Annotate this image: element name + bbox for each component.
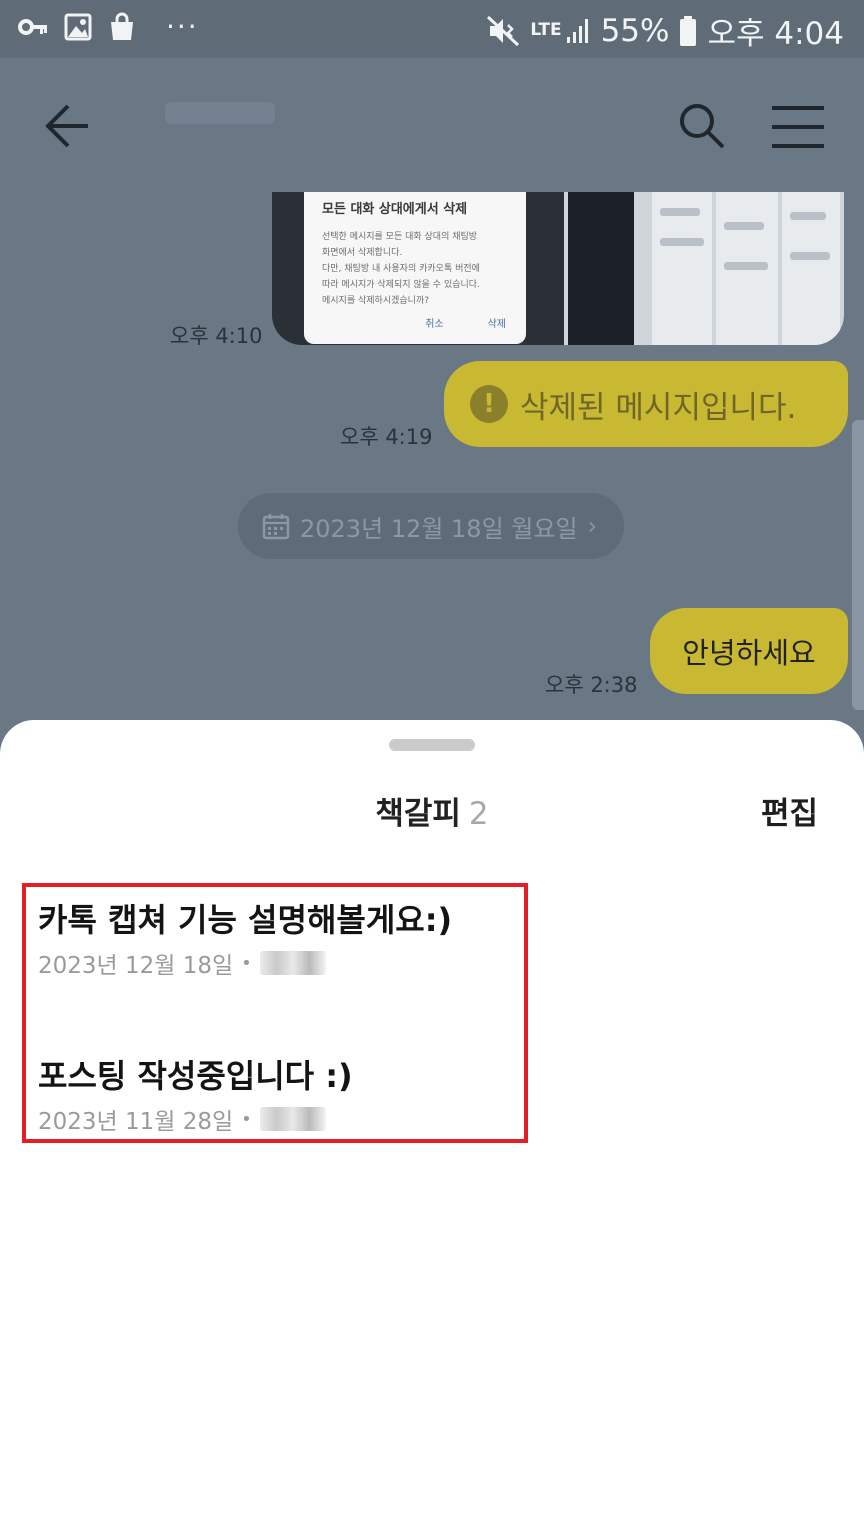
gallery-icon xyxy=(64,13,92,41)
signal-icon xyxy=(566,18,588,43)
warning-icon: ! xyxy=(470,385,508,423)
network-type: LTE xyxy=(530,17,590,45)
back-arrow-icon[interactable] xyxy=(40,98,96,154)
dialog-body-line: 다만, 채팅방 내 사용자의 카카오톡 버전에 xyxy=(322,264,480,274)
dialog-body-line: 메시지를 삭제하시겠습니까? xyxy=(322,296,429,306)
network-type-label: LTE xyxy=(530,20,562,40)
bookmark-item[interactable]: 포스팅 작성중입니다 :) 2023년 11월 28일 • xyxy=(38,1056,518,1136)
chevron-right-icon: › xyxy=(587,512,598,540)
date-divider[interactable]: 2023년 12월 18일 월요일 › xyxy=(238,493,624,559)
bookmark-item[interactable]: 카톡 캡쳐 기능 설명해볼게요:) 2023년 12월 18일 • xyxy=(38,900,518,980)
bookmark-date: 2023년 12월 18일 xyxy=(38,953,234,979)
app-screenshot-thumbnail xyxy=(564,192,844,345)
dialog-cancel-label: 취소 xyxy=(425,319,444,330)
image-message[interactable]: 모든 대화 상대에게서 삭제 선택한 메시지를 모든 대화 상대의 채팅방 화면… xyxy=(272,192,844,345)
more-notifications-icon: ··· xyxy=(166,10,199,43)
sheet-drag-handle[interactable] xyxy=(389,739,475,751)
message-text: 안녕하세요 xyxy=(682,636,816,670)
battery-percent: 55% xyxy=(600,12,670,49)
date-divider-label: 2023년 12월 18일 월요일 xyxy=(300,514,578,543)
shopping-bag-icon xyxy=(111,12,133,40)
message-time: 오후 4:19 xyxy=(340,425,433,449)
chat-header xyxy=(0,58,864,192)
sheet-title: 책갈피 2 xyxy=(0,788,864,833)
status-bar: ··· LTE 55% 오후 4:04 xyxy=(0,0,864,58)
separator-dot: • xyxy=(241,1108,252,1130)
bookmark-title: 포스팅 작성중입니다 :) xyxy=(38,1057,353,1095)
dialog-body-line: 선택한 메시지를 모든 대화 상대의 채팅방 xyxy=(322,232,478,242)
deleted-message-bubble[interactable]: ! 삭제된 메시지입니다. xyxy=(444,361,848,447)
separator-dot: • xyxy=(241,952,252,974)
delete-dialog-screenshot: 모든 대화 상대에게서 삭제 선택한 메시지를 모든 대화 상대의 채팅방 화면… xyxy=(304,192,526,344)
deleted-message-text: 삭제된 메시지입니다. xyxy=(520,389,797,426)
blurred-sender xyxy=(259,1107,326,1131)
bookmark-meta: 2023년 12월 18일 • xyxy=(38,946,518,980)
bookmark-date: 2023년 11월 28일 xyxy=(38,1109,234,1135)
message-time: 오후 2:38 xyxy=(545,673,638,697)
dialog-title: 모든 대화 상대에게서 삭제 xyxy=(322,202,468,217)
edit-button[interactable]: 편집 xyxy=(761,788,818,833)
dialog-body: 선택한 메시지를 모든 대화 상대의 채팅방 화면에서 삭제합니다. 다만, 채… xyxy=(322,229,508,309)
scrollbar[interactable] xyxy=(852,420,864,710)
menu-icon[interactable] xyxy=(770,102,826,152)
bookmark-count: 2 xyxy=(468,796,489,832)
message-bubble[interactable]: 안녕하세요 xyxy=(650,608,848,694)
dialog-delete-label: 삭제 xyxy=(487,319,506,330)
bookmark-title: 카톡 캡쳐 기능 설명해볼게요:) xyxy=(38,901,453,939)
key-icon xyxy=(18,19,47,35)
calendar-icon xyxy=(262,514,290,540)
bookmark-sheet: 책갈피 2 편집 카톡 캡쳐 기능 설명해볼게요:) 2023년 12월 18일 … xyxy=(0,720,864,1536)
mute-vibrate-icon xyxy=(487,15,520,46)
dialog-buttons: 취소 삭제 xyxy=(425,315,506,330)
dialog-body-line: 따라 메시지가 삭제되지 않을 수 있습니다. xyxy=(322,280,480,290)
chat-room: 모든 대화 상대에게서 삭제 선택한 메시지를 모든 대화 상대의 채팅방 화면… xyxy=(0,58,864,758)
search-icon[interactable] xyxy=(676,100,728,152)
bookmark-meta: 2023년 11월 28일 • xyxy=(38,1102,518,1136)
sheet-title-label: 책갈피 xyxy=(375,796,461,832)
chat-room-name xyxy=(165,102,275,124)
battery-icon xyxy=(680,15,697,46)
dialog-body-line: 화면에서 삭제합니다. xyxy=(322,248,403,258)
clock: 오후 4:04 xyxy=(707,16,844,52)
blurred-sender xyxy=(259,951,326,975)
message-time: 오후 4:10 xyxy=(170,324,263,348)
